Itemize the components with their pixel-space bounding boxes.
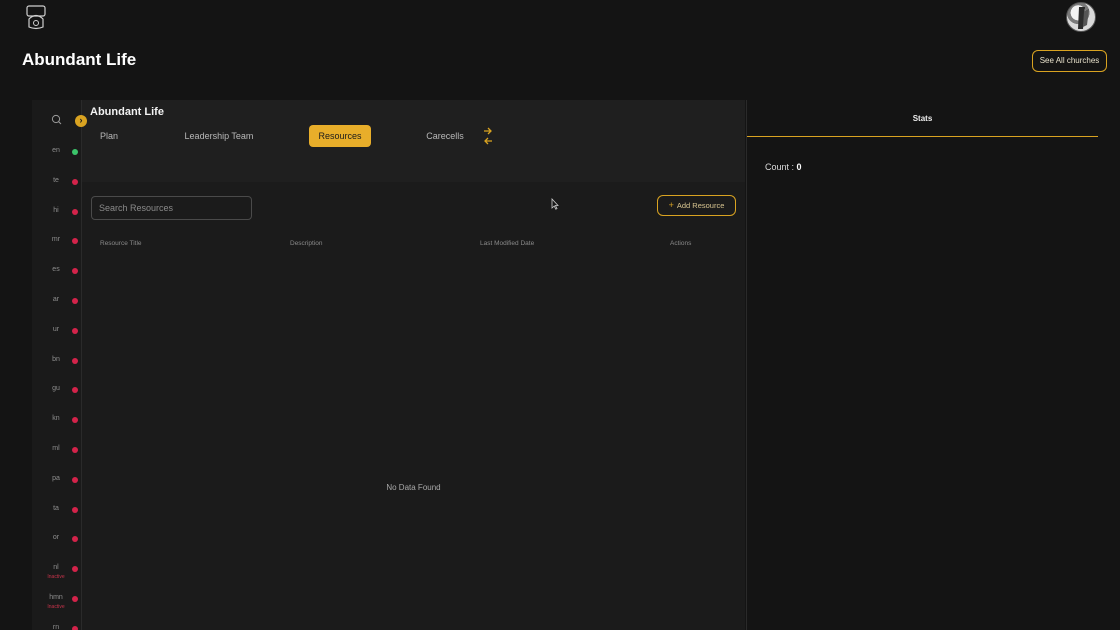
language-rail: en te hi mr es ar ur bn gu kn ml pa ta or nl Inactive hm… <box>32 100 82 630</box>
language-code: ur <box>52 325 60 333</box>
rail-item-ta[interactable]: ta <box>32 503 82 517</box>
rail-item-te[interactable]: te <box>32 175 82 189</box>
search-icon[interactable] <box>51 112 62 125</box>
language-code: mr <box>51 236 61 244</box>
rail-item-rn[interactable]: rn <box>32 622 82 630</box>
language-code: gu <box>52 385 60 393</box>
plus-icon: + <box>668 200 674 210</box>
rail-item-pa[interactable]: pa <box>32 473 82 487</box>
status-dot <box>72 476 78 483</box>
rail-item-or[interactable]: or <box>32 532 82 546</box>
tab-leadership-team[interactable]: Leadership Team <box>176 125 262 147</box>
language-code: te <box>53 176 59 184</box>
swap-arrows-icon[interactable] <box>482 125 494 147</box>
language-code: nl <box>53 564 59 572</box>
language-code: bn <box>52 355 60 363</box>
tab-stats[interactable]: Stats <box>747 100 1098 137</box>
rail-item-ml[interactable]: ml <box>32 443 82 457</box>
language-code: ml <box>52 445 60 452</box>
language-code: ta <box>53 504 59 512</box>
language-code: hi <box>53 206 59 214</box>
app-logo[interactable] <box>24 3 48 31</box>
mouse-cursor-icon <box>551 197 559 210</box>
language-code: kn <box>52 415 60 423</box>
church-panel: › Abundant Life Plan Leadership Team Res… <box>75 100 745 630</box>
language-code: en <box>52 147 60 154</box>
column-actions: Actions <box>670 240 692 247</box>
status-dot <box>72 178 78 185</box>
rail-item-es[interactable]: es <box>32 264 82 278</box>
status-dot <box>72 149 78 155</box>
language-code: ar <box>52 296 60 303</box>
language-code: pa <box>52 474 60 482</box>
status-dot <box>72 387 78 394</box>
rail-item-ur[interactable]: ur <box>32 324 82 338</box>
add-resource-button[interactable]: + Add Resource <box>657 195 736 216</box>
rail-item-hi[interactable]: hi <box>32 205 82 219</box>
count-label: Count : <box>765 162 795 172</box>
status-dot <box>72 566 78 573</box>
see-all-churches-button[interactable]: See All churches <box>1032 50 1107 72</box>
tab-plan[interactable]: Plan <box>92 125 126 147</box>
column-last-modified-date: Last Modified Date <box>480 240 535 247</box>
status-dot <box>72 357 78 364</box>
column-description: Description <box>290 240 323 247</box>
add-resource-label: Add Resource <box>676 201 725 210</box>
column-resource-title: Resource Title <box>100 240 142 247</box>
language-code: es <box>52 266 60 274</box>
language-code: hmn <box>49 594 63 601</box>
count-value: 0 <box>796 162 802 172</box>
rail-item-ar[interactable]: ar <box>32 294 82 308</box>
rail-item-bn[interactable]: bn <box>32 354 82 368</box>
user-avatar[interactable] <box>1066 2 1096 32</box>
language-code: or <box>52 534 60 542</box>
rail-item-hmn[interactable]: hmn Inactive <box>32 592 82 610</box>
page-title: Abundant Life <box>22 50 137 69</box>
language-code: rn <box>52 623 60 630</box>
stats-panel: Stats Count : 0 <box>746 100 1120 630</box>
status-dot <box>72 536 78 543</box>
tab-carecells[interactable]: Carecells <box>420 125 470 147</box>
status-dot <box>72 298 78 304</box>
language-status-text: Inactive <box>47 574 65 581</box>
status-dot <box>72 417 78 424</box>
empty-state-text: No Data Found <box>386 483 441 492</box>
search-resources-input[interactable] <box>91 196 252 220</box>
rail-item-en[interactable]: en <box>32 145 82 159</box>
status-dot <box>72 625 78 630</box>
status-dot <box>72 327 78 334</box>
panel-header: › Abundant Life Plan Leadership Team Res… <box>75 100 745 182</box>
language-status-text: Inactive <box>47 604 65 610</box>
rail-item-mr[interactable]: mr <box>32 234 82 248</box>
expand-rail-icon[interactable]: › <box>75 115 87 127</box>
tab-resources[interactable]: Resources <box>309 125 371 147</box>
status-dot <box>72 506 78 513</box>
status-dot <box>72 208 78 215</box>
status-dot <box>72 268 78 275</box>
count-readout: Count : 0 <box>765 162 802 172</box>
rail-item-gu[interactable]: gu <box>32 383 82 397</box>
church-name: Abundant Life <box>90 106 164 118</box>
rail-item-kn[interactable]: kn <box>32 413 82 427</box>
status-dot <box>72 238 78 245</box>
status-dot <box>72 447 78 453</box>
rail-item-nl[interactable]: nl Inactive <box>32 562 82 580</box>
status-dot <box>72 596 78 602</box>
